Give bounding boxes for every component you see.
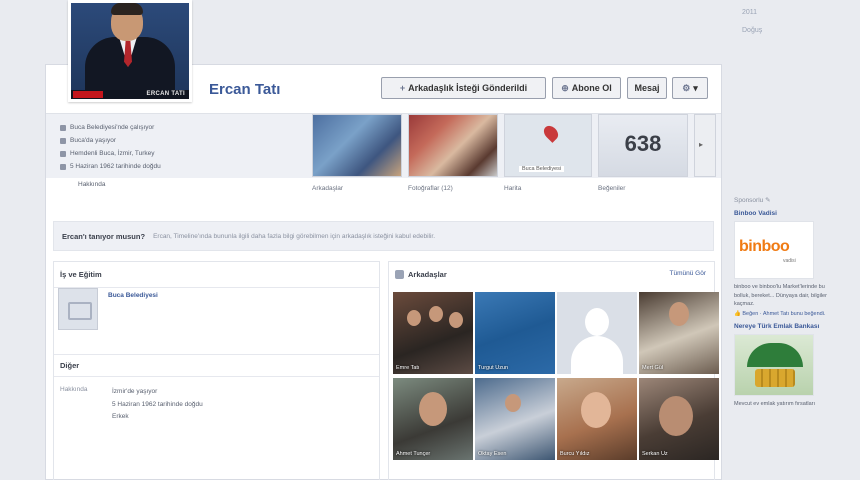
friends-section-label[interactable]: Arkadaşlar bbox=[312, 185, 343, 192]
about-item: İzmir'de yaşıyor bbox=[112, 388, 158, 395]
info-item: Buca'da yaşıyor bbox=[60, 134, 161, 147]
likes-thumbnail[interactable]: 638 bbox=[598, 114, 688, 177]
coins-icon bbox=[755, 368, 795, 387]
map-section-label[interactable]: Harita bbox=[504, 185, 521, 192]
ad-image[interactable] bbox=[734, 333, 814, 396]
home-icon bbox=[60, 137, 66, 144]
friend-tile[interactable]: Turgut Uzun bbox=[475, 292, 555, 374]
employer-link[interactable]: Buca Belediyesi bbox=[108, 292, 158, 299]
info-item: Buca Belediyesi'nde çalışıyor bbox=[60, 121, 161, 134]
friend-tile[interactable]: Mert Gül bbox=[639, 292, 719, 374]
friend-tile[interactable] bbox=[557, 292, 637, 374]
photos-section-label[interactable]: Fotoğraflar (12) bbox=[408, 185, 453, 192]
know-person-hint: Ercan, Timeline'ında bununla ilgili daha… bbox=[153, 232, 436, 240]
ad-image[interactable]: binboo vadisi bbox=[734, 221, 814, 279]
ad-description: Mevcut ev emlak yatırım fırsatları bbox=[734, 400, 815, 407]
friend-request-button[interactable]: + Arkadaşlık İsteği Gönderildi bbox=[381, 77, 546, 99]
briefcase-icon bbox=[60, 124, 66, 131]
chevron-down-icon: ▾ bbox=[693, 82, 698, 93]
message-button[interactable]: Mesaj bbox=[627, 77, 667, 99]
friend-name: Turgut Uzun bbox=[478, 365, 509, 371]
friends-icon bbox=[395, 270, 404, 279]
likes-section-label[interactable]: Beğeniler bbox=[598, 185, 625, 192]
profile-picture-caption: ERCAN TATI bbox=[146, 91, 185, 97]
birthday-icon bbox=[60, 163, 66, 170]
know-person-bar: Ercan'ı tanıyor musun? Ercan, Timeline'ı… bbox=[53, 221, 714, 251]
friend-tile[interactable]: Serkan Uz bbox=[639, 378, 719, 460]
about-link[interactable]: Hakkında bbox=[78, 181, 105, 188]
likes-count: 638 bbox=[624, 131, 662, 156]
friend-tile[interactable]: Ahmet Tunçer bbox=[393, 378, 473, 460]
map-pin-icon bbox=[541, 123, 561, 143]
profile-picture[interactable]: ERCAN TATI bbox=[68, 0, 192, 102]
rail-top-item[interactable]: 2011 bbox=[742, 4, 762, 22]
subscribe-label: Abone Ol bbox=[571, 83, 612, 93]
friend-request-label: Arkadaşlık İsteği Gönderildi bbox=[408, 83, 528, 93]
profile-name[interactable]: Ercan Tatı bbox=[209, 81, 280, 98]
chevron-right-icon: ▸ bbox=[699, 140, 704, 149]
location-icon bbox=[60, 150, 66, 157]
friend-tile[interactable]: Oktay Esen bbox=[475, 378, 555, 460]
subscribe-button[interactable]: ⊕ Abone Ol bbox=[552, 77, 621, 99]
rss-icon: ⊕ bbox=[561, 82, 569, 93]
friend-name: Ahmet Tunçer bbox=[396, 451, 431, 457]
sections-more-button[interactable]: ▸ bbox=[694, 114, 716, 177]
binboo-logo-sub: vadisi bbox=[783, 258, 796, 264]
gear-icon: ⚙ bbox=[682, 82, 691, 93]
friend-name: Oktay Esen bbox=[478, 451, 507, 457]
friend-tile[interactable]: Burcu Yıldız bbox=[557, 378, 637, 460]
work-education-panel: İş ve Eğitim Buca Belediyesi Diğer Hakkı… bbox=[53, 261, 380, 480]
employer-icon[interactable] bbox=[58, 288, 98, 330]
right-rail-top-list: 2011 Doğuş bbox=[742, 4, 762, 40]
friend-name: Mert Gül bbox=[642, 365, 664, 371]
rail-top-item[interactable]: Doğuş bbox=[742, 22, 762, 40]
map-place-label: Buca Belediyesi bbox=[519, 166, 565, 172]
about-item: 5 Haziran 1962 tarihinde doğdu bbox=[112, 400, 203, 408]
friends-panel-heading: Arkadaşlar bbox=[395, 270, 447, 279]
about-list: İzmir'de yaşıyor 5 Haziran 1962 tarihind… bbox=[112, 386, 203, 424]
about-key: Hakkında bbox=[60, 386, 88, 393]
settings-button[interactable]: ⚙ ▾ bbox=[672, 77, 708, 99]
timeline-main: Ercan Tatı + Arkadaşlık İsteği Gönderild… bbox=[45, 64, 722, 480]
ad-description: binboo ve binboo'lu Market'lerinde bu bo… bbox=[734, 284, 827, 307]
friends-thumbnail[interactable] bbox=[312, 114, 402, 177]
friend-tile[interactable]: Emre Tatı bbox=[393, 292, 473, 374]
default-avatar-icon bbox=[585, 308, 609, 336]
friend-name: Burcu Yıldız bbox=[560, 451, 590, 457]
know-person-title: Ercan'ı tanıyor musun? bbox=[62, 231, 146, 241]
see-all-friends-link[interactable]: Tümünü Gör bbox=[670, 270, 707, 277]
binboo-logo: binboo bbox=[739, 238, 790, 255]
ad-like-link[interactable]: 👍 Beğen · Ahmet Tatı bunu beğendi. bbox=[734, 311, 840, 317]
sponsored-heading[interactable]: Sponsorlu ✎ bbox=[734, 196, 840, 204]
about-item: Erkek bbox=[112, 413, 129, 420]
ad-title[interactable]: Binboo Vadisi bbox=[734, 210, 840, 217]
friend-name: Emre Tatı bbox=[396, 365, 420, 371]
friends-panel: Arkadaşlar Tümünü Gör Emre Tatı Turgut U… bbox=[388, 261, 719, 480]
message-label: Mesaj bbox=[634, 83, 660, 93]
info-item: 5 Haziran 1962 tarihinde doğdu bbox=[60, 160, 161, 173]
work-heading: İş ve Eğitim bbox=[54, 262, 379, 288]
other-heading: Diğer bbox=[54, 354, 379, 377]
right-rail-ads: Sponsorlu ✎ Binboo Vadisi binboo vadisi … bbox=[728, 190, 840, 408]
profile-info-list: Buca Belediyesi'nde çalışıyor Buca'da ya… bbox=[60, 121, 161, 173]
umbrella-icon bbox=[747, 342, 803, 367]
friend-add-icon: + bbox=[399, 83, 406, 93]
ad-title[interactable]: Nereye Türk Emlak Bankası bbox=[734, 323, 840, 330]
photos-thumbnail[interactable] bbox=[408, 114, 498, 177]
friend-name: Serkan Uz bbox=[642, 451, 668, 457]
info-item: Hemdenli Buca, İzmir, Turkey bbox=[60, 147, 161, 160]
map-thumbnail[interactable]: Buca Belediyesi bbox=[504, 114, 592, 177]
